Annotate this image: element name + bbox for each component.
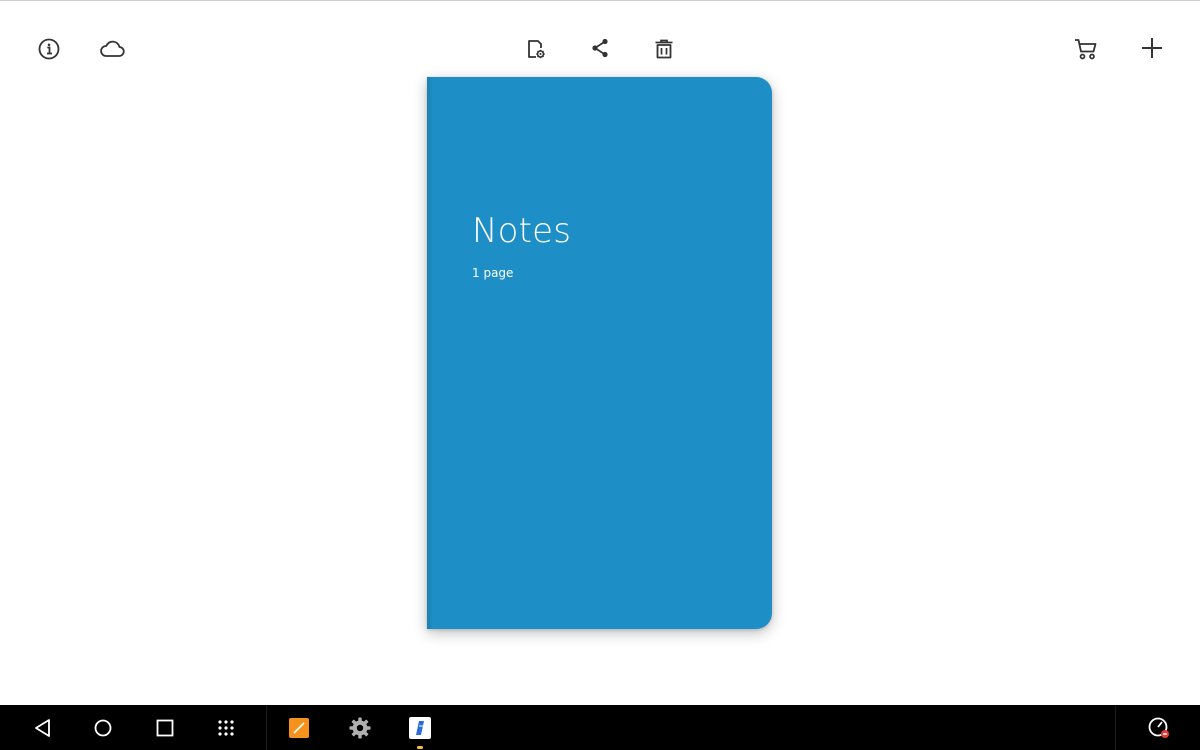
recents-icon[interactable]: [150, 705, 180, 750]
back-icon[interactable]: [28, 705, 58, 750]
notebook-app-icon[interactable]: [405, 705, 435, 750]
page-settings-icon[interactable]: [520, 33, 552, 65]
navbar-separator: [266, 705, 267, 750]
app-drawer-icon[interactable]: [211, 705, 241, 750]
notebook-page-count: 1 page: [472, 266, 514, 280]
top-divider: [0, 0, 1200, 1]
notebook-spine: [427, 77, 433, 629]
notebook-title: Notes: [472, 211, 572, 251]
running-indicator: [417, 746, 423, 749]
notebook-cover[interactable]: Notes 1 page: [427, 77, 772, 629]
cloud-icon[interactable]: [96, 33, 128, 65]
home-icon[interactable]: [88, 705, 118, 750]
delete-icon[interactable]: [648, 33, 680, 65]
orange-drawing-app-icon[interactable]: [284, 705, 314, 750]
info-icon[interactable]: [33, 33, 65, 65]
share-icon[interactable]: [584, 32, 616, 64]
add-icon[interactable]: [1136, 32, 1168, 64]
settings-app-icon[interactable]: [345, 705, 375, 750]
cart-icon[interactable]: [1070, 33, 1102, 65]
navbar-separator-right: [1115, 705, 1116, 750]
performance-mode-icon[interactable]: [1143, 705, 1175, 750]
system-navbar: [0, 705, 1200, 750]
